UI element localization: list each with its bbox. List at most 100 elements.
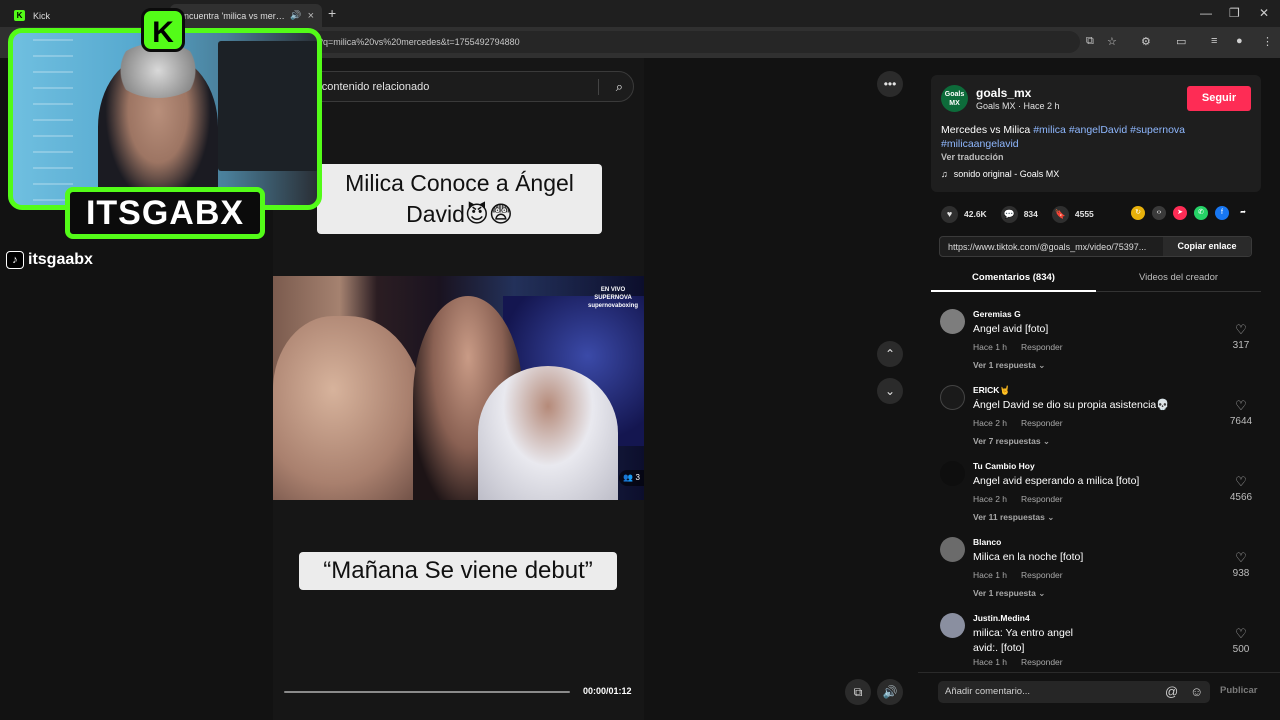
address-bar[interactable]: ?q=milica%20vs%20mercedes&t=175549279488… (300, 31, 1080, 53)
heart-outline-icon[interactable]: ♡ (1228, 475, 1254, 489)
emoji-icon[interactable]: ☺ (1190, 684, 1203, 699)
previous-video-button[interactable]: ⌃ (877, 341, 903, 367)
copy-link-button[interactable]: Copiar enlace (1163, 237, 1251, 256)
comment-like[interactable]: ♡ 7644 (1228, 399, 1254, 428)
next-video-button[interactable]: ⌄ (877, 378, 903, 404)
follow-button[interactable]: Seguir (1187, 86, 1251, 111)
comment-like[interactable]: ♡ 317 (1228, 323, 1254, 352)
comment-text: milica: Ya entro angel avid:. [foto] (973, 627, 1074, 654)
view-replies-link[interactable]: Ver 11 respuestas ⌄ (973, 512, 1054, 523)
commenter-name[interactable]: Justin.Medin4 (973, 613, 1030, 623)
reply-button[interactable]: Responder (1021, 494, 1063, 504)
comment-time: Hace 2 h (973, 494, 1008, 504)
commenter-avatar[interactable] (940, 537, 965, 562)
commenter-name[interactable]: Blanco (973, 537, 1001, 547)
comment-like[interactable]: ♡ 938 (1228, 551, 1254, 580)
author-name[interactable]: goals_mx (976, 86, 1031, 100)
commenter-name[interactable]: ERICK🤘 (973, 385, 1010, 396)
heart-outline-icon[interactable]: ♡ (1228, 399, 1254, 413)
comment-item: Tu Cambio Hoy Angel avid esperando a mil… (940, 461, 1260, 531)
commenter-avatar[interactable] (940, 385, 965, 410)
facebook-icon[interactable]: f (1215, 206, 1229, 220)
comment-time: Hace 2 h (973, 418, 1008, 428)
heart-outline-icon[interactable]: ♡ (1228, 551, 1254, 565)
share-url[interactable]: https://www.tiktok.com/@goals_mx/video/7… (948, 237, 1170, 257)
hashtag-link[interactable]: #angelDavid (1069, 124, 1127, 136)
view-replies-link[interactable]: Ver 1 respuesta ⌄ (973, 360, 1045, 371)
comment-like-count: 938 (1232, 568, 1250, 579)
like-count: 42.6K (964, 209, 987, 219)
comment-time: Hace 1 h (973, 570, 1008, 580)
whatsapp-icon[interactable]: ✆ (1194, 206, 1208, 220)
panel-tabs: Comentarios (834) Videos del creador (931, 268, 1261, 292)
pip-button[interactable]: ⧉ (845, 679, 871, 705)
minimize-button[interactable]: — (1200, 6, 1212, 20)
share-buttons: ↻ ‹› ➤ ✆ f ➦ (1131, 206, 1257, 220)
mention-icon[interactable]: @ (1165, 684, 1178, 699)
video-frame[interactable]: EN VIVO SUPERNOVA supernovaboxing 👥 3 (273, 276, 644, 500)
reply-button[interactable]: Responder (1021, 657, 1063, 667)
extensions-icon[interactable]: ⚙ (1141, 35, 1151, 48)
media-controls-icon[interactable]: ≡ (1211, 35, 1217, 47)
commenter-name[interactable]: Tu Cambio Hoy (973, 461, 1035, 471)
related-search-input[interactable]: r contenido relacionado ⌕ (288, 71, 634, 102)
volume-button[interactable]: 🔊 (877, 679, 903, 705)
comment-meta: Hace 2 h Responder (973, 494, 1063, 504)
author-avatar[interactable]: Goals MX (941, 85, 968, 112)
tab-creator-videos[interactable]: Videos del creador (1096, 268, 1261, 292)
comment-text: Ángel David se dio su propia asistencia💀 (973, 399, 1170, 411)
search-placeholder: r contenido relacionado (315, 81, 430, 93)
repost-icon[interactable]: ↻ (1131, 206, 1145, 220)
video-time: 00:00/01:12 (583, 686, 632, 696)
comment-time: Hace 1 h (973, 657, 1008, 667)
tab-comments[interactable]: Comentarios (834) (931, 268, 1096, 292)
install-app-icon[interactable]: ⧉ (1086, 35, 1094, 48)
comment-meta: Hace 1 h Responder (973, 657, 1063, 667)
hashtag-link[interactable]: #milica (1033, 124, 1066, 136)
tiktok-logo-icon: ♪ (6, 251, 24, 269)
bookmark-icon[interactable]: 🔖 (1051, 205, 1069, 223)
reply-button[interactable]: Responder (1021, 570, 1063, 580)
streamer-webcam (8, 28, 322, 210)
hashtag-link[interactable]: #milicaangelavid (941, 138, 1019, 150)
menu-kebab-icon[interactable]: ⋮ (1262, 35, 1273, 48)
speaker-icon[interactable]: 🔊 (290, 10, 301, 21)
commenter-name[interactable]: Geremias G (973, 309, 1021, 319)
split-view-icon[interactable]: ▭ (1176, 35, 1186, 48)
commenter-avatar[interactable] (940, 309, 965, 334)
comment-like[interactable]: ♡ 500 (1228, 627, 1254, 656)
search-icon[interactable]: ⌕ (616, 79, 623, 95)
commenter-avatar[interactable] (940, 461, 965, 486)
search-divider (598, 79, 599, 95)
like-heart-icon[interactable]: ♥ (941, 205, 958, 223)
sound-link[interactable]: ♫ sonido original - Goals MX (941, 169, 1059, 179)
reply-button[interactable]: Responder (1021, 342, 1063, 352)
commenter-avatar[interactable] (940, 613, 965, 638)
embed-icon[interactable]: ‹› (1152, 206, 1166, 220)
more-options-button[interactable]: ••• (877, 71, 903, 97)
comment-count: 834 (1023, 209, 1038, 219)
share-arrow-icon[interactable]: ➦ (1236, 206, 1250, 220)
new-tab-button[interactable]: + (328, 5, 336, 21)
comment-icon[interactable]: 💬 (1000, 205, 1018, 223)
close-tab-icon[interactable]: × (308, 10, 314, 22)
restore-button[interactable]: ❐ (1229, 6, 1240, 20)
close-window-button[interactable]: ✕ (1259, 6, 1269, 20)
kick-favicon-icon: K (14, 10, 25, 21)
publish-button[interactable]: Publicar (1220, 685, 1258, 696)
send-icon[interactable]: ➤ (1173, 206, 1187, 220)
view-replies-link[interactable]: Ver 7 respuestas ⌄ (973, 436, 1050, 447)
comment-item: Justin.Medin4 milica: Ya entro angel avi… (940, 613, 1260, 669)
heart-outline-icon[interactable]: ♡ (1228, 323, 1254, 337)
bookmark-star-icon[interactable]: ☆ (1107, 35, 1117, 48)
video-progress-bar[interactable] (284, 691, 570, 693)
heart-outline-icon[interactable]: ♡ (1228, 627, 1254, 641)
see-translation-link[interactable]: Ver traducción (941, 152, 1004, 162)
hashtag-link[interactable]: #supernova (1130, 124, 1185, 136)
profile-avatar-icon[interactable]: ● (1236, 35, 1243, 47)
comment-like[interactable]: ♡ 4566 (1228, 475, 1254, 504)
tab-tiktok-search[interactable]: Encuentra 'milica vs mercedes' 🔊 × (170, 4, 322, 27)
reply-button[interactable]: Responder (1021, 418, 1063, 428)
view-replies-link[interactable]: Ver 1 respuesta ⌄ (973, 588, 1045, 599)
music-note-icon: ♫ (941, 169, 948, 179)
